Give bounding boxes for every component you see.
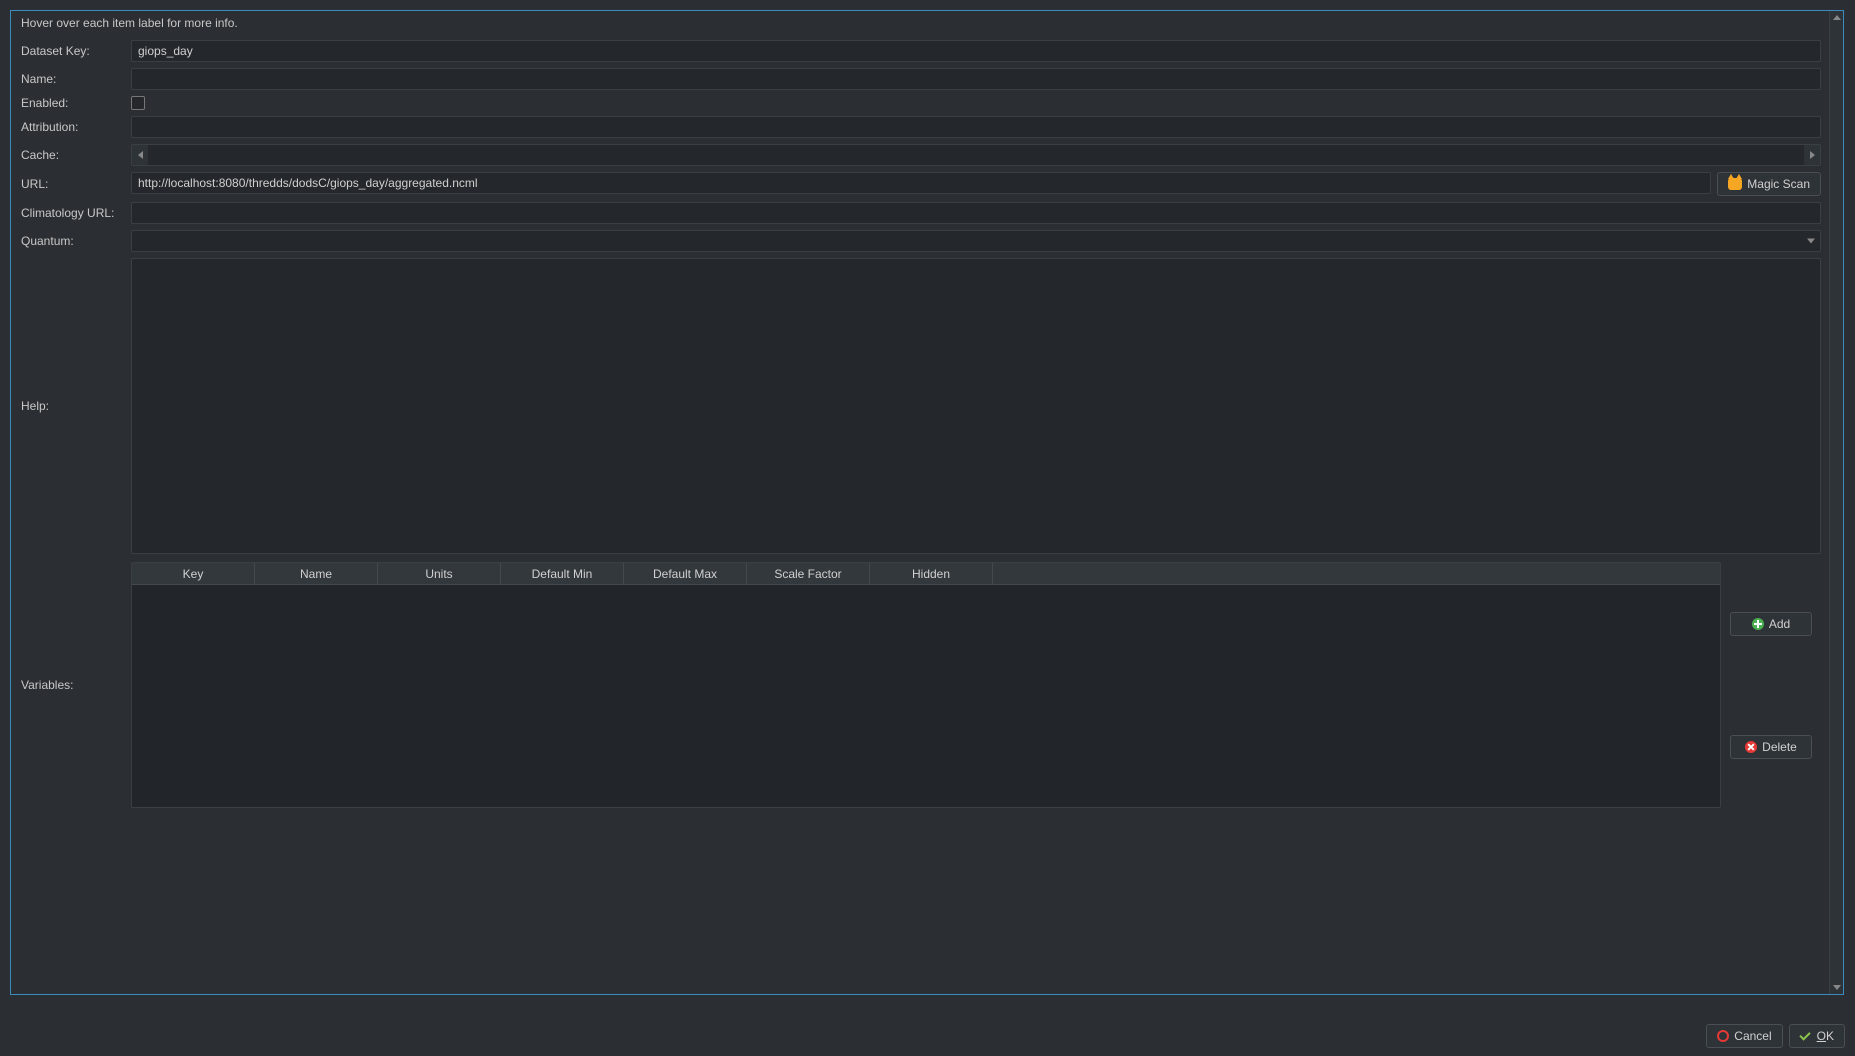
x-icon — [1745, 741, 1757, 753]
ok-button[interactable]: OK — [1789, 1024, 1845, 1048]
cache-input[interactable] — [131, 144, 1821, 166]
hint-text: Hover over each item label for more info… — [11, 11, 1829, 35]
attribution-input[interactable] — [131, 116, 1821, 138]
cancel-button[interactable]: Cancel — [1706, 1024, 1782, 1048]
label-climatology-url: Climatology URL: — [19, 206, 131, 220]
col-hidden: Hidden — [870, 563, 993, 584]
climatology-url-input[interactable] — [131, 202, 1821, 224]
label-help: Help: — [19, 399, 131, 413]
cancel-label: Cancel — [1734, 1029, 1771, 1043]
ok-label: OK — [1817, 1029, 1834, 1043]
col-default-max: Default Max — [624, 563, 747, 584]
label-quantum: Quantum: — [19, 234, 131, 248]
label-dataset-key: Dataset Key: — [19, 44, 131, 58]
variables-table-header: Key Name Units Default Min Default Max S… — [132, 563, 1720, 585]
delete-label: Delete — [1762, 740, 1797, 754]
add-variable-button[interactable]: Add — [1730, 612, 1812, 636]
stop-icon — [1717, 1030, 1729, 1042]
quantum-select[interactable] — [131, 230, 1821, 252]
magic-scan-button[interactable]: Magic Scan — [1717, 172, 1821, 196]
dataset-key-input[interactable] — [131, 40, 1821, 62]
variables-table-body — [132, 585, 1720, 807]
scroll-down-icon — [1833, 985, 1841, 990]
check-icon — [1800, 1030, 1812, 1042]
label-attribution: Attribution: — [19, 120, 131, 134]
col-scale-factor: Scale Factor — [747, 563, 870, 584]
help-textarea[interactable] — [131, 258, 1821, 554]
enabled-checkbox[interactable] — [131, 96, 145, 110]
col-key: Key — [132, 563, 255, 584]
name-input[interactable] — [131, 68, 1821, 90]
cat-icon — [1728, 178, 1742, 190]
col-units: Units — [378, 563, 501, 584]
variables-table[interactable]: Key Name Units Default Min Default Max S… — [131, 562, 1721, 808]
label-url: URL: — [19, 177, 131, 191]
url-input[interactable] — [131, 172, 1711, 194]
dialog-footer: Cancel OK — [0, 1016, 1855, 1056]
form-area: Dataset Key: Name: Enabled: Attribution: — [11, 35, 1829, 994]
dataset-config-dialog: Hover over each item label for more info… — [10, 10, 1844, 995]
plus-icon — [1752, 618, 1764, 630]
label-enabled: Enabled: — [19, 96, 131, 110]
col-default-min: Default Min — [501, 563, 624, 584]
magic-scan-label: Magic Scan — [1747, 177, 1810, 191]
add-label: Add — [1769, 617, 1790, 631]
cache-decrement-button[interactable] — [132, 145, 148, 165]
delete-variable-button[interactable]: Delete — [1730, 735, 1812, 759]
dialog-scrollbar[interactable] — [1829, 11, 1843, 994]
col-name: Name — [255, 563, 378, 584]
label-name: Name: — [19, 72, 131, 86]
scroll-up-icon — [1833, 15, 1841, 20]
cache-increment-button[interactable] — [1804, 145, 1820, 165]
label-cache: Cache: — [19, 148, 131, 162]
label-variables: Variables: — [19, 678, 131, 692]
